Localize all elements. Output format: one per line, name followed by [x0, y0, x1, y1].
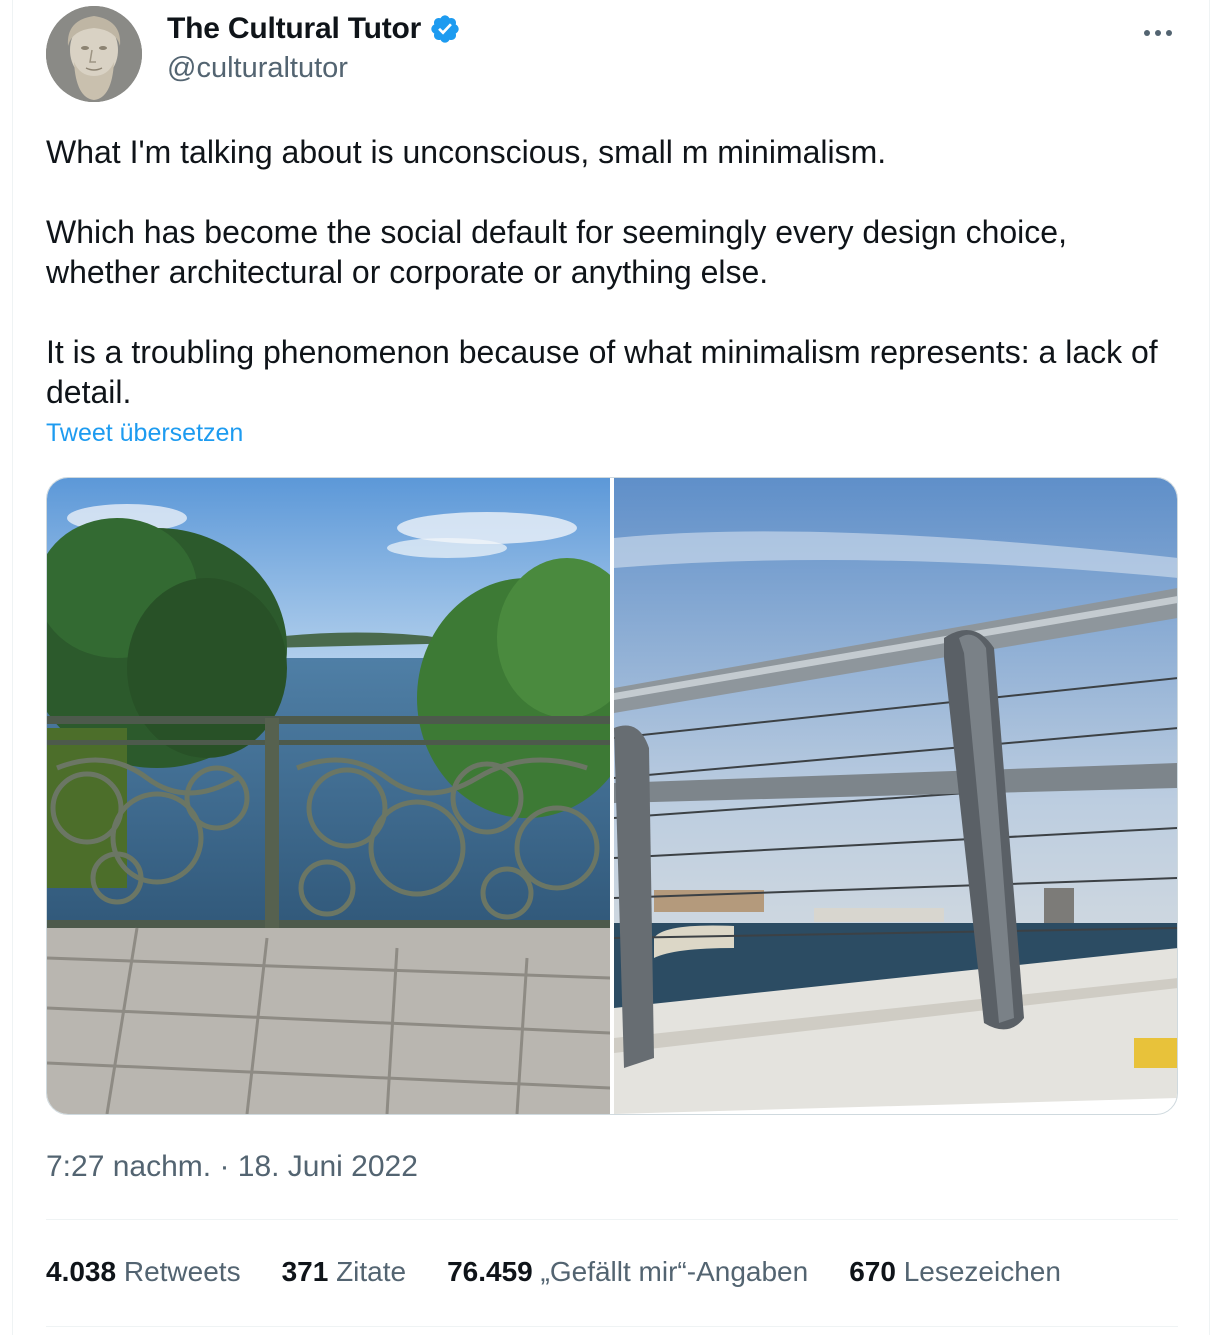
tweet-text: What I'm talking about is unconscious, s… [46, 132, 1186, 412]
divider [46, 1219, 1178, 1220]
photo-ornate-railing[interactable] [47, 478, 610, 1114]
divider [46, 1326, 1178, 1327]
quotes-stat[interactable]: 371 Zitate [282, 1256, 407, 1288]
more-options-button[interactable] [1136, 18, 1180, 48]
retweets-label: Retweets [123, 1256, 241, 1287]
author-avatar[interactable] [46, 6, 142, 102]
likes-label: „Gefällt mir“-Angaben [540, 1256, 809, 1287]
retweets-stat[interactable]: 4.038 Retweets [46, 1256, 241, 1288]
retweets-count: 4.038 [46, 1256, 117, 1287]
marble-bust-avatar-image [46, 6, 142, 102]
engagement-stats: 4.038 Retweets 371 Zitate 76.459 „Gefäll… [46, 1256, 1102, 1288]
minimal-railing-image [614, 478, 1177, 1114]
quotes-count: 371 [281, 1256, 329, 1287]
tweet-paragraph: Which has become the social default for … [46, 214, 1067, 290]
author-display-name[interactable]: The Cultural Tutor [167, 12, 421, 46]
likes-stat[interactable]: 76.459 „Gefällt mir“-Angaben [447, 1256, 808, 1288]
quotes-label: Zitate [336, 1256, 407, 1287]
author-handle[interactable]: @culturaltutor [167, 52, 348, 85]
translate-tweet-link[interactable]: Tweet übersetzen [46, 419, 243, 448]
tweet-paragraph: It is a troubling phenomenon because of … [46, 334, 1158, 410]
bookmarks-stat[interactable]: 670 Lesezeichen [849, 1256, 1061, 1288]
ornate-railing-image [47, 478, 610, 1114]
tweet-paragraph: What I'm talking about is unconscious, s… [46, 134, 887, 170]
bookmarks-count: 670 [849, 1256, 896, 1287]
photo-minimal-railing[interactable] [614, 478, 1177, 1114]
likes-count: 76.459 [447, 1256, 533, 1287]
tweet-media [46, 477, 1178, 1115]
more-dots-icon [1144, 30, 1172, 36]
bookmarks-label: Lesezeichen [903, 1256, 1061, 1287]
author-name-row[interactable]: The Cultural Tutor [167, 12, 461, 46]
tweet-timestamp[interactable]: 7:27 nachm. · 18. Juni 2022 [46, 1150, 418, 1184]
verified-badge-icon [431, 15, 459, 43]
